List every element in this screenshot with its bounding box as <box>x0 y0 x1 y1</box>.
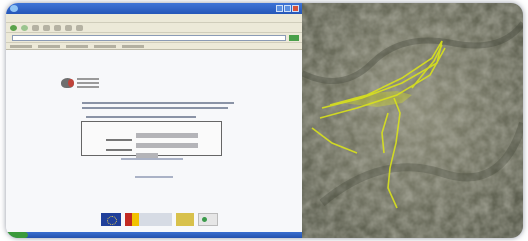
search-icon[interactable] <box>65 24 72 31</box>
start-button[interactable] <box>6 232 28 238</box>
maximize-icon[interactable] <box>284 5 291 12</box>
go-button[interactable] <box>289 34 299 41</box>
link-chip[interactable] <box>38 44 60 48</box>
address-bar <box>6 32 302 42</box>
partner-logo <box>198 213 218 226</box>
link-chip[interactable] <box>10 44 32 48</box>
instruction-text-line <box>86 116 196 118</box>
window-titlebar <box>6 3 302 14</box>
link-chip[interactable] <box>94 44 116 48</box>
os-taskbar <box>6 232 302 238</box>
form-row <box>82 146 221 165</box>
minimize-icon[interactable] <box>276 5 283 12</box>
web-page-content <box>6 50 302 236</box>
links-bar <box>6 42 302 50</box>
back-icon[interactable] <box>10 24 17 31</box>
menu-bar <box>6 14 302 22</box>
browser-toolbar <box>6 22 302 32</box>
address-input[interactable] <box>12 34 286 41</box>
home-icon[interactable] <box>54 24 61 31</box>
terrain-texture <box>302 3 523 238</box>
intro-text-lines <box>82 102 234 112</box>
page-link[interactable] <box>135 176 173 178</box>
refresh-icon[interactable] <box>43 24 50 31</box>
stop-icon[interactable] <box>32 24 39 31</box>
window-controls <box>276 5 299 12</box>
browser-window <box>6 3 302 238</box>
close-icon[interactable] <box>292 5 299 12</box>
link-chip[interactable] <box>122 44 144 48</box>
composite-image-frame <box>6 3 523 238</box>
forward-icon[interactable] <box>21 24 28 31</box>
eu-flag-logo <box>101 213 121 226</box>
sponsor-logos <box>101 213 218 226</box>
satellite-image <box>302 3 523 238</box>
form-label <box>82 146 136 165</box>
government-logo <box>125 213 172 226</box>
data-form <box>81 121 222 158</box>
satellite-terrain <box>302 3 523 238</box>
page-link[interactable] <box>121 158 183 160</box>
logo-icon <box>61 78 74 88</box>
link-chip[interactable] <box>66 44 88 48</box>
site-logo <box>61 76 99 90</box>
logo-wordmark <box>77 76 99 90</box>
favorites-icon[interactable] <box>76 24 83 31</box>
browser-icon <box>10 5 18 12</box>
agency-logo <box>176 213 194 226</box>
